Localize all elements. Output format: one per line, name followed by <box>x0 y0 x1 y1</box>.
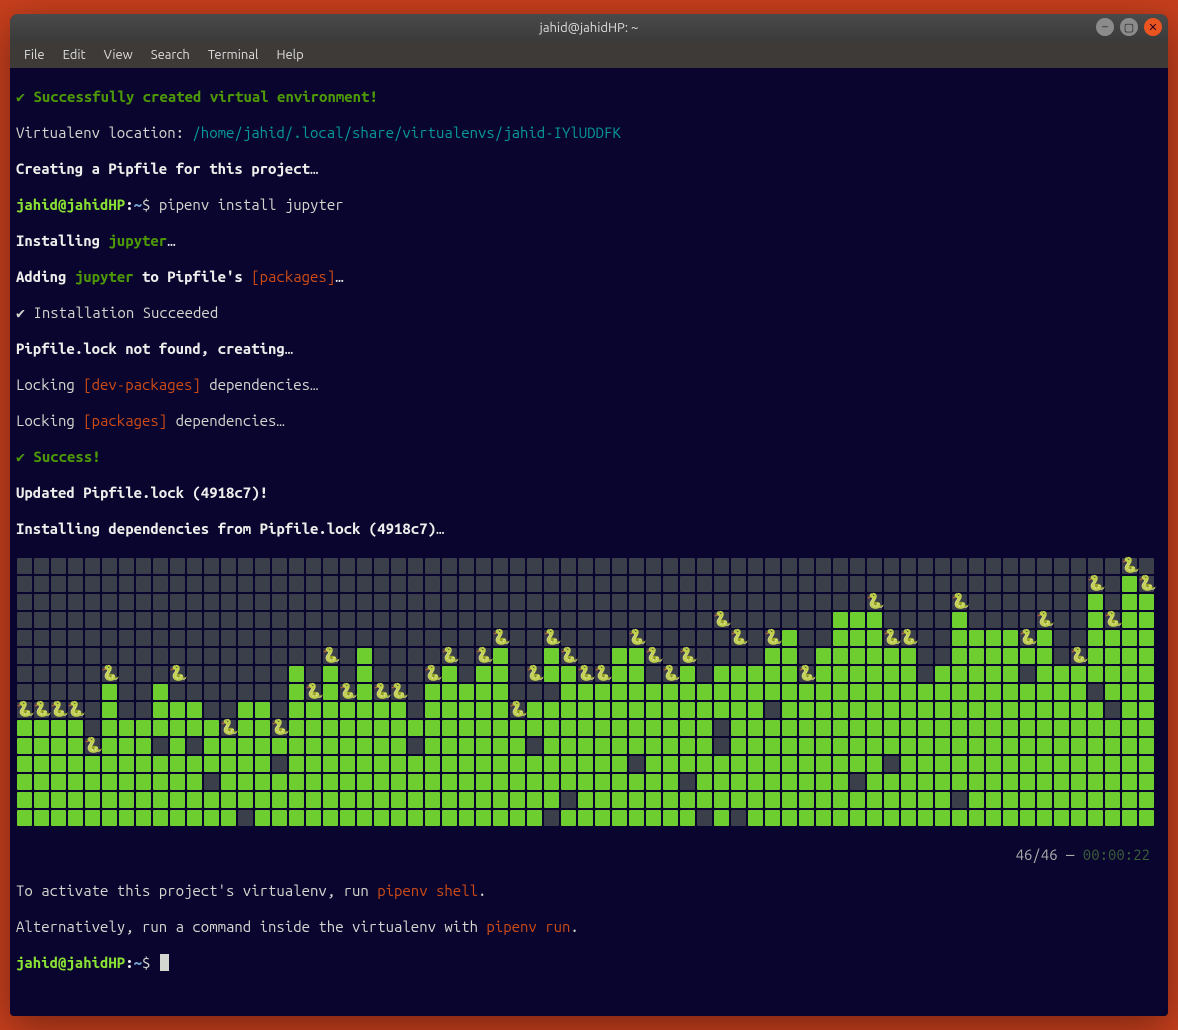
snake-icon: 🐍 <box>84 736 101 754</box>
term-line: jahid@jahidHP:~$ pipenv install jupyter <box>16 196 1168 214</box>
window-titlebar[interactable]: jahid@jahidHP: ~ – ▢ ✕ <box>10 14 1168 42</box>
snake-icon: 🐍 <box>492 628 509 646</box>
snake-icon: 🐍 <box>628 628 645 646</box>
term-line: Installing jupyter… <box>16 232 1168 250</box>
check-icon: ✔ Installation Succeeded <box>16 304 218 321</box>
snake-icon: 🐍 <box>1036 610 1053 628</box>
command-text: pipenv install jupyter <box>159 196 344 213</box>
snake-icon: 🐍 <box>441 646 458 664</box>
snake-icon: 🐍 <box>1121 556 1138 574</box>
term-line: Updated Pipfile.lock (4918c7)! <box>16 484 1168 502</box>
term-line: Installing dependencies from Pipfile.loc… <box>16 520 1168 538</box>
snake-icon: 🐍 <box>424 664 441 682</box>
term-line: Locking [packages] dependencies… <box>16 412 1168 430</box>
snake-icon: 🐍 <box>509 700 526 718</box>
term-line: jahid@jahidHP:~$ <box>16 954 1168 972</box>
minimize-button[interactable]: – <box>1096 18 1114 36</box>
menu-file[interactable]: File <box>16 45 53 65</box>
term-line: Alternatively, run a command inside the … <box>16 918 1168 936</box>
maximize-button[interactable]: ▢ <box>1120 18 1138 36</box>
snake-icon: 🐍 <box>101 664 118 682</box>
snake-icon: 🐍 <box>1087 574 1104 592</box>
term-line: 46/46 — 00:00:22 <box>16 846 1168 864</box>
prompt-path: ~ <box>134 954 142 971</box>
term-line: Creating a Pipfile for this project… <box>16 160 1168 178</box>
snake-icon: 🐍 <box>339 682 356 700</box>
snake-icon: 🐍 <box>1070 646 1087 664</box>
menu-terminal[interactable]: Terminal <box>200 45 267 65</box>
snake-icon: 🐍 <box>526 664 543 682</box>
terminal-body[interactable]: ✔ Successfully created virtual environme… <box>10 68 1168 1016</box>
snake-icon: 🐍 <box>322 646 339 664</box>
term-line: Locking [dev-packages] dependencies… <box>16 376 1168 394</box>
term-line: Virtualenv location: /home/jahid/.local/… <box>16 124 1168 142</box>
term-line: To activate this project's virtualenv, r… <box>16 882 1168 900</box>
snake-icon: 🐍 <box>645 646 662 664</box>
check-icon: ✔ <box>16 88 33 105</box>
snake-icon: 🐍 <box>50 700 67 718</box>
snake-icon: 🐍 <box>169 664 186 682</box>
prompt-path: ~ <box>134 196 142 213</box>
snake-icon: 🐍 <box>594 664 611 682</box>
snake-icon: 🐍 <box>730 628 747 646</box>
menu-view[interactable]: View <box>96 45 141 65</box>
snake-icon: 🐍 <box>16 700 33 718</box>
window-controls: – ▢ ✕ <box>1096 18 1162 36</box>
term-line: Pipfile.lock not found, creating… <box>16 340 1168 358</box>
snake-icon: 🐍 <box>764 628 781 646</box>
progress-bars: 🐍🐍🐍🐍🐍🐍🐍🐍🐍🐍🐍🐍🐍🐍🐍🐍🐍🐍🐍🐍🐍🐍🐍🐍🐍🐍🐍🐍🐍🐍🐍🐍🐍🐍🐍🐍🐍🐍🐍🐍… <box>16 558 1168 828</box>
menu-bar: File Edit View Search Terminal Help <box>10 42 1168 68</box>
snake-icon: 🐍 <box>373 682 390 700</box>
window-title: jahid@jahidHP: ~ <box>540 21 639 35</box>
snake-icon: 🐍 <box>1019 628 1036 646</box>
snake-icon: 🐍 <box>713 610 730 628</box>
prompt-user: jahid@jahidHP <box>16 954 125 971</box>
term-line: ✔ Successfully created virtual environme… <box>16 88 1168 106</box>
snake-icon: 🐍 <box>883 628 900 646</box>
menu-edit[interactable]: Edit <box>55 45 94 65</box>
snake-icon: 🐍 <box>560 646 577 664</box>
snake-icon: 🐍 <box>33 700 50 718</box>
check-icon: ✔ Success! <box>16 448 101 465</box>
snake-icon: 🐍 <box>951 592 968 610</box>
snake-icon: 🐍 <box>390 682 407 700</box>
snake-icon: 🐍 <box>1104 610 1121 628</box>
snake-icon: 🐍 <box>1138 574 1155 592</box>
snake-icon: 🐍 <box>220 718 237 736</box>
close-button[interactable]: ✕ <box>1144 18 1162 36</box>
term-line: ✔ Installation Succeeded <box>16 304 1168 322</box>
menu-help[interactable]: Help <box>268 45 311 65</box>
cursor-icon <box>160 954 169 971</box>
snake-icon: 🐍 <box>866 592 883 610</box>
snake-icon: 🐍 <box>475 646 492 664</box>
snake-icon: 🐍 <box>679 646 696 664</box>
term-line: ✔ Success! <box>16 448 1168 466</box>
snake-icon: 🐍 <box>305 682 322 700</box>
snake-icon: 🐍 <box>798 664 815 682</box>
terminal-window: jahid@jahidHP: ~ – ▢ ✕ File Edit View Se… <box>10 14 1168 1016</box>
snake-icon: 🐍 <box>577 664 594 682</box>
snake-icon: 🐍 <box>543 628 560 646</box>
snake-icon: 🐍 <box>662 664 679 682</box>
snake-icon: 🐍 <box>271 718 288 736</box>
term-line: Adding jupyter to Pipfile's [packages]… <box>16 268 1168 286</box>
snake-icon: 🐍 <box>900 628 917 646</box>
snake-icon: 🐍 <box>67 700 84 718</box>
menu-search[interactable]: Search <box>143 45 198 65</box>
prompt-user: jahid@jahidHP <box>16 196 125 213</box>
